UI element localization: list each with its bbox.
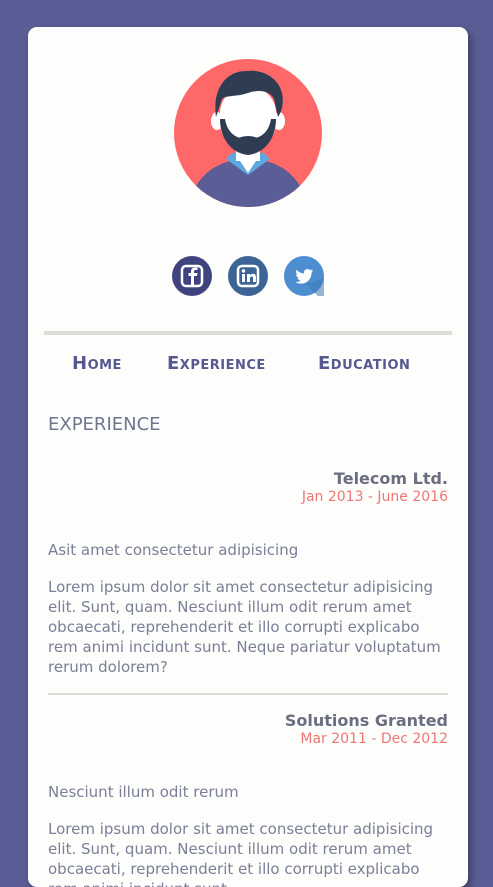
header-divider	[44, 331, 452, 335]
main-nav: Home Experience Education	[28, 353, 468, 379]
facebook-icon	[180, 264, 204, 288]
twitter-link[interactable]	[284, 256, 324, 296]
nav-experience[interactable]: Experience	[167, 353, 266, 374]
linkedin-icon	[236, 264, 260, 288]
profile-card: Home Experience Education EXPERIENCE Tel…	[28, 27, 468, 887]
nav-education[interactable]: Education	[318, 353, 410, 374]
job-description: Lorem ipsum dolor sit amet consectetur a…	[48, 578, 441, 676]
company-name: Solutions Granted	[284, 711, 448, 730]
job-subtitle: Nesciunt illum odit rerum	[48, 783, 239, 801]
entry-divider	[48, 693, 448, 695]
job-dates: Mar 2011 - Dec 2012	[300, 731, 448, 747]
job-description: Lorem ipsum dolor sit amet consectetur a…	[48, 820, 434, 887]
facebook-link[interactable]	[172, 256, 212, 296]
job-dates: Jan 2013 - June 2016	[301, 489, 448, 505]
social-links	[28, 256, 468, 296]
linkedin-link[interactable]	[228, 256, 268, 296]
job-subtitle: Asit amet consectetur adipisicing	[48, 541, 299, 559]
nav-home[interactable]: Home	[72, 353, 122, 374]
avatar	[174, 59, 322, 207]
twitter-icon	[295, 268, 324, 296]
company-name: Telecom Ltd.	[333, 469, 448, 488]
section-title: EXPERIENCE	[48, 414, 161, 435]
